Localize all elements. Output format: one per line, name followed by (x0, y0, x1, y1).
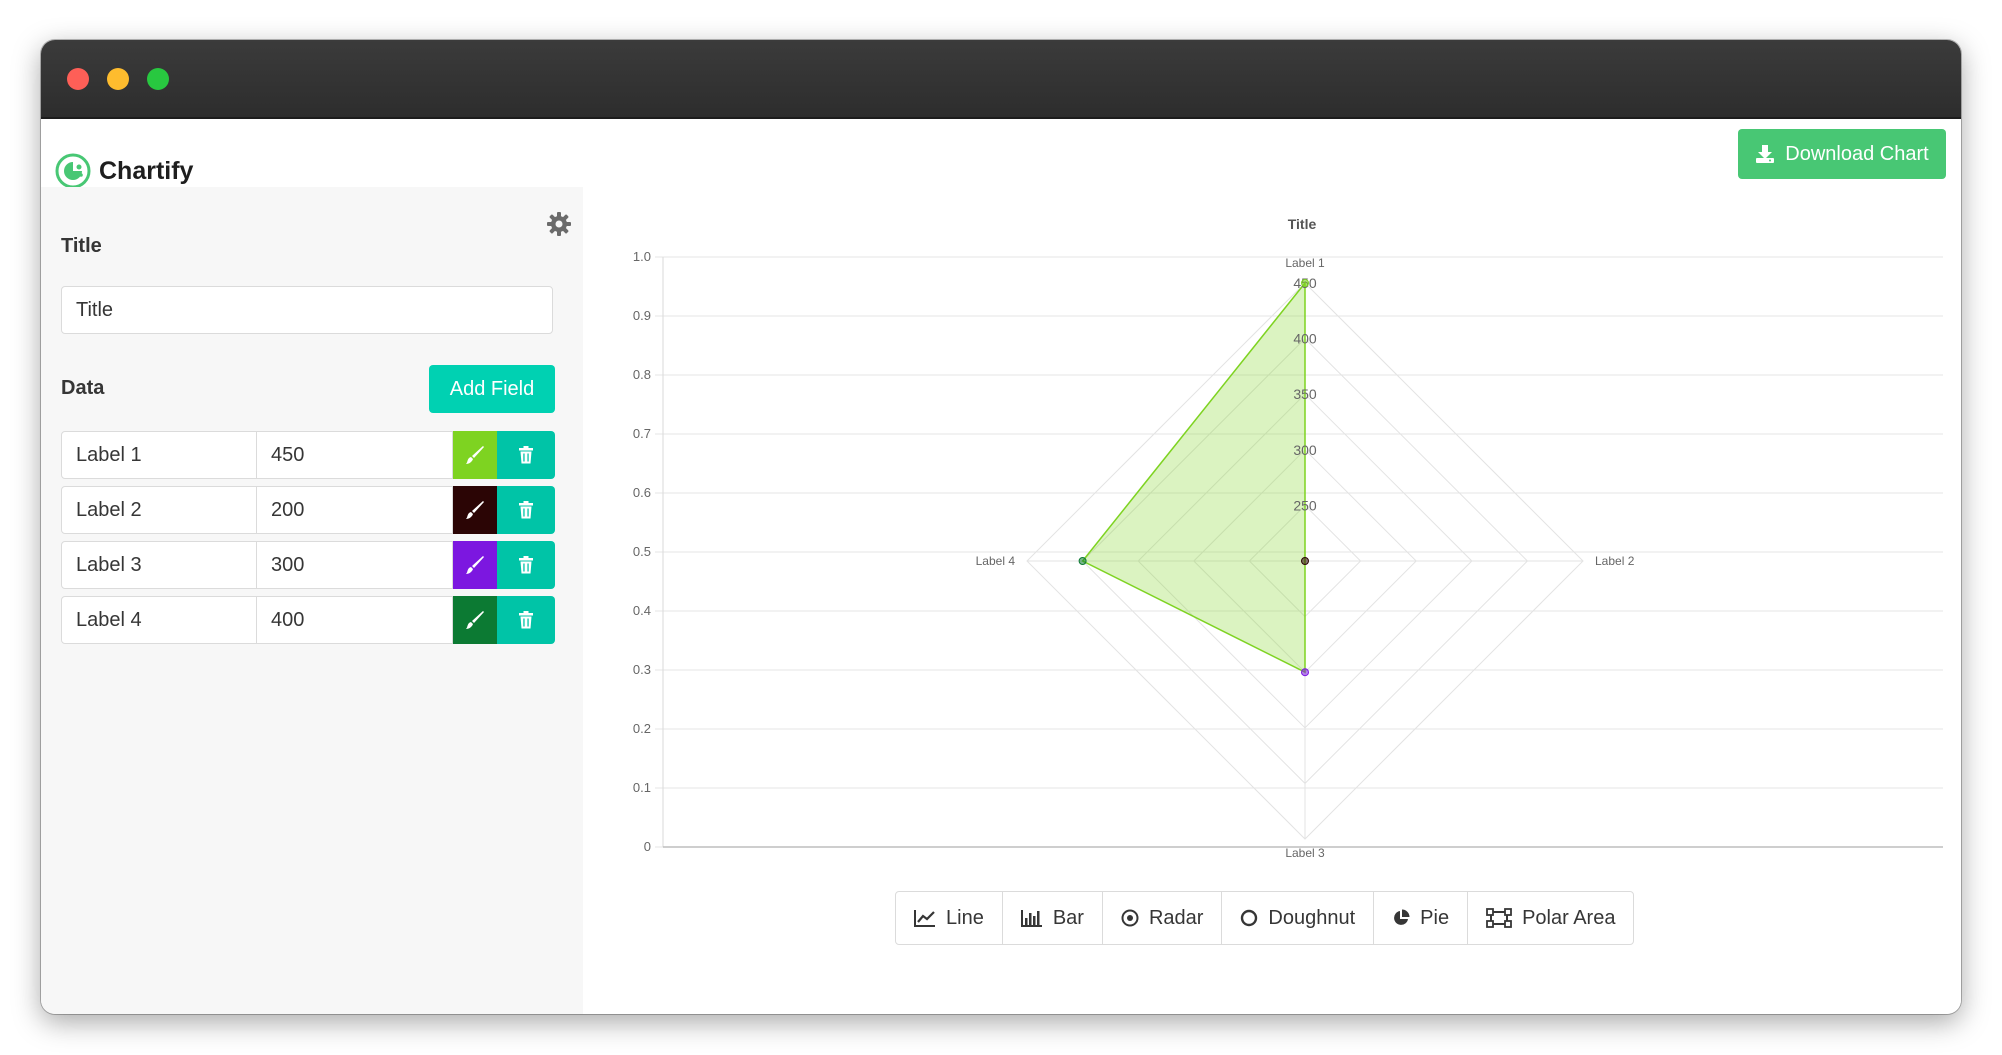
radial-tick-label: 300 (1293, 442, 1317, 458)
data-field-row (61, 431, 555, 479)
bar-chart-icon (1020, 910, 1042, 927)
color-picker-button[interactable] (453, 596, 497, 644)
brand[interactable]: Chartify (55, 153, 193, 189)
radar-point (1301, 279, 1309, 287)
chart-type-doughnut-button[interactable]: Doughnut (1222, 892, 1375, 944)
trash-icon (519, 501, 533, 519)
chart-area: Title 0 0.1 0.2 0.3 0.4 0.5 0.6 0.7 0.8 0.9 1.0 250 3… (583, 187, 1961, 1014)
radar-point (1301, 668, 1309, 677)
delete-field-button[interactable] (497, 486, 555, 534)
chart-type-radar-button[interactable]: Radar (1103, 892, 1223, 944)
download-chart-label: Download Chart (1785, 142, 1929, 165)
radial-tick-label: 250 (1293, 497, 1317, 513)
delete-field-button[interactable] (497, 596, 555, 644)
maximize-window-button[interactable] (147, 68, 169, 90)
settings-gear-icon[interactable] (546, 211, 572, 237)
chart-type-label: Doughnut (1268, 906, 1356, 929)
y-tick-label: 0.7 (633, 426, 651, 441)
paint-brush-icon (466, 611, 484, 629)
color-picker-button[interactable] (453, 431, 497, 479)
window-titlebar (41, 40, 1961, 119)
y-tick-label: 0.5 (633, 544, 651, 559)
download-icon (1756, 145, 1775, 163)
trash-icon (519, 446, 533, 464)
radial-tick-label: 350 (1293, 386, 1317, 402)
polar-area-icon (1486, 908, 1512, 928)
chartify-logo-icon (55, 153, 91, 189)
color-picker-button[interactable] (453, 541, 497, 589)
y-tick-label: 0.9 (633, 308, 651, 323)
data-field-row (61, 541, 555, 589)
radar-category-label: Label 3 (1285, 846, 1325, 860)
y-tick-label: 0 (644, 839, 651, 854)
radar-category-label: Label 2 (1595, 554, 1635, 568)
minimize-window-button[interactable] (107, 68, 129, 90)
sidebar: Title Data Add Field (41, 187, 583, 1014)
y-tick-label: 0.6 (633, 485, 651, 500)
radar-point (1078, 557, 1087, 565)
chart-title: Title (1288, 216, 1317, 232)
y-tick-label: 0.1 (633, 780, 651, 795)
chart-type-pie-button[interactable]: Pie (1374, 892, 1469, 944)
paint-brush-icon (466, 446, 484, 464)
line-chart-icon (914, 910, 935, 927)
chart-type-selector: Line Bar Radar Doughnut Pie Polar Area (895, 891, 1635, 945)
chart-type-bar-button[interactable]: Bar (1003, 892, 1103, 944)
paint-brush-icon (466, 556, 484, 574)
radar-icon (1121, 909, 1139, 927)
download-chart-button[interactable]: Download Chart (1738, 129, 1946, 179)
radar-category-label: Label 4 (976, 554, 1016, 568)
data-section-label: Data (61, 377, 105, 399)
trash-icon (519, 556, 533, 574)
field-value-input[interactable] (257, 486, 453, 534)
color-picker-button[interactable] (453, 486, 497, 534)
app-name: Chartify (99, 156, 194, 185)
radar-data-area (1081, 280, 1306, 674)
y-tick-label: 1.0 (633, 249, 651, 264)
delete-field-button[interactable] (497, 541, 555, 589)
field-value-input[interactable] (257, 431, 453, 479)
field-label-input[interactable] (61, 486, 257, 534)
y-tick-label: 0.4 (633, 603, 651, 618)
data-fields-list (61, 431, 555, 651)
chart-type-polar-area-button[interactable]: Polar Area (1468, 892, 1633, 944)
chart-type-label: Polar Area (1522, 906, 1616, 929)
y-tick-label: 0.3 (633, 662, 651, 677)
radar-category-label: Label 1 (1285, 256, 1325, 270)
chart-title-input[interactable] (61, 286, 553, 334)
chart-type-label: Pie (1420, 906, 1450, 929)
radar-point (1301, 557, 1309, 565)
paint-brush-icon (466, 501, 484, 519)
field-label-input[interactable] (61, 596, 257, 644)
delete-field-button[interactable] (497, 431, 555, 479)
close-window-button[interactable] (67, 68, 89, 90)
data-field-row (61, 486, 555, 534)
field-value-input[interactable] (257, 541, 453, 589)
field-label-input[interactable] (61, 541, 257, 589)
field-value-input[interactable] (257, 596, 453, 644)
data-field-row (61, 596, 555, 644)
field-label-input[interactable] (61, 431, 257, 479)
radar-chart: Title 0 0.1 0.2 0.3 0.4 0.5 0.6 0.7 0.8 0.9 1.0 250 3… (633, 216, 1943, 860)
add-field-button[interactable]: Add Field (429, 365, 555, 413)
app-window: Chartify Download Chart Title Title Data… (41, 40, 1961, 1014)
y-tick-label: 0.8 (633, 367, 651, 382)
doughnut-icon (1241, 909, 1258, 927)
title-section-label: Title (61, 235, 102, 257)
y-tick-label: 0.2 (633, 721, 651, 736)
chart-type-label: Radar (1148, 906, 1204, 929)
radial-tick-label: 400 (1293, 331, 1317, 347)
pie-icon (1394, 909, 1410, 925)
chart-type-label: Bar (1052, 906, 1084, 929)
chart-type-label: Line (946, 906, 984, 929)
chart-type-line-button[interactable]: Line (896, 892, 1003, 944)
trash-icon (519, 611, 533, 629)
